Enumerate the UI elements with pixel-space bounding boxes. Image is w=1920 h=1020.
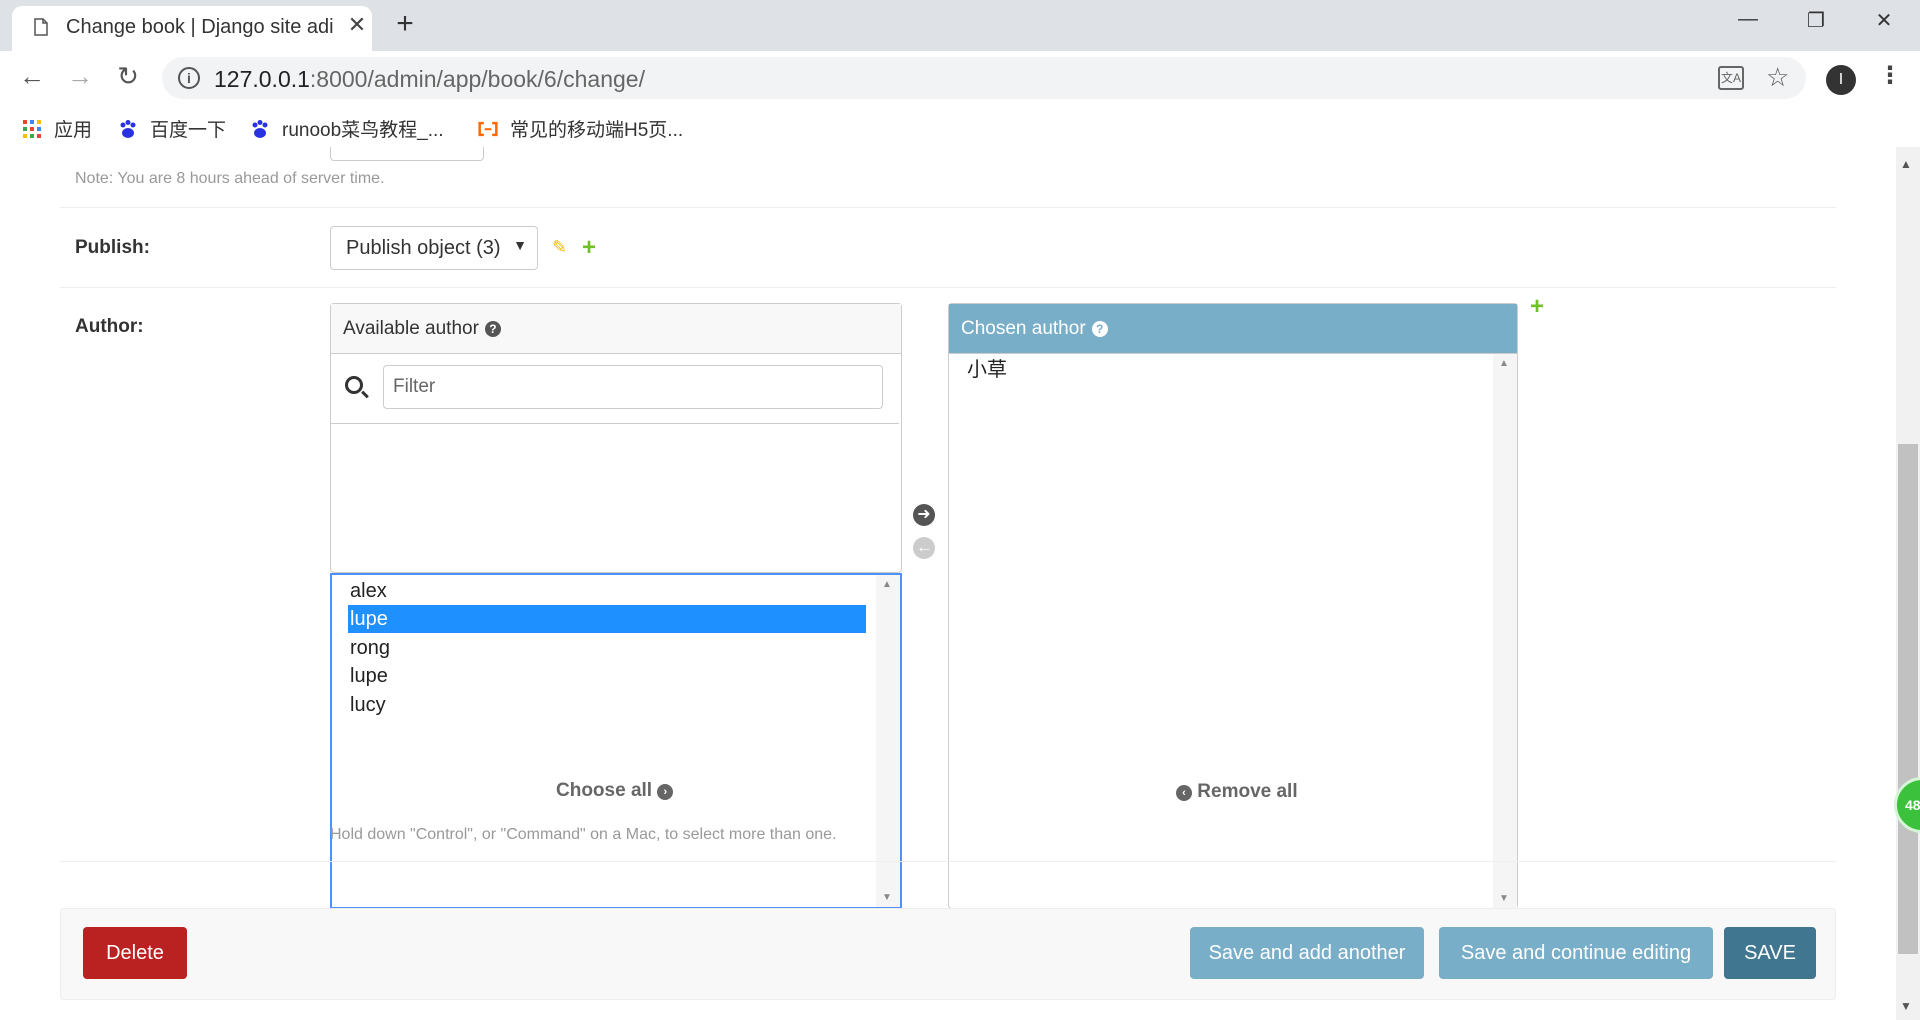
forward-icon[interactable]: → <box>62 61 98 92</box>
scroll-down-icon[interactable]: ▼ <box>882 892 892 903</box>
list-item[interactable]: lucy <box>348 691 866 719</box>
bookmark-baidu[interactable]: 百度一下 <box>118 115 226 142</box>
list-item[interactable]: alex <box>348 577 866 605</box>
choose-all-label: Choose all <box>556 780 653 801</box>
help-icon[interactable]: ? <box>1091 321 1108 337</box>
profile-avatar[interactable]: I <box>1826 65 1856 95</box>
apps-grid-icon <box>23 120 41 138</box>
list-scrollbar[interactable]: ▲ ▼ <box>1493 354 1517 908</box>
bookmark-label: runoob菜鸟教程_... <box>282 120 444 141</box>
available-author-header: Available author? <box>331 304 901 354</box>
bookmark-label: 应用 <box>54 120 93 141</box>
minimize-icon[interactable]: — <box>1728 8 1768 31</box>
list-item-selected[interactable]: lupe <box>348 605 866 633</box>
scroll-up-icon[interactable]: ▲ <box>882 579 892 590</box>
tab-title: Change book | Django site adi <box>66 16 334 38</box>
chosen-author-title: Chosen author <box>961 318 1086 339</box>
tab-strip: Change book | Django site adi ✕ + — ❐ ✕ <box>0 0 1920 51</box>
chosen-author-header: Chosen author? <box>949 304 1517 354</box>
baidu-paw-icon <box>120 120 136 138</box>
url-text[interactable]: 127.0.0.1:8000/admin/app/book/6/change/ <box>214 66 645 93</box>
window-close-icon[interactable]: ✕ <box>1864 8 1904 33</box>
site-info-icon[interactable]: i <box>178 67 200 89</box>
divider <box>60 861 1836 862</box>
browser-tab[interactable]: Change book | Django site adi ✕ <box>12 6 372 51</box>
browser-toolbar: ← → ↻ i 127.0.0.1:8000/admin/app/book/6/… <box>0 51 1920 107</box>
cut-off-input[interactable] <box>330 147 484 161</box>
bookmark-label: 百度一下 <box>150 120 227 141</box>
list-item[interactable]: 小草 <box>965 356 1465 384</box>
list-item[interactable]: rong <box>348 634 866 662</box>
available-author-title: Available author <box>343 318 479 339</box>
menu-icon[interactable]: ⋮ <box>1878 61 1902 90</box>
divider <box>60 207 1836 208</box>
close-tab-icon[interactable]: ✕ <box>342 12 372 38</box>
submit-row: Delete Save and add another Save and con… <box>60 908 1836 1000</box>
bookmarks-bar: 应用 百度一下 runoob菜鸟教程_... 常见的移动端H5页... <box>0 107 1920 147</box>
publish-selected-value: Publish object (3) <box>346 237 501 259</box>
scroll-up-icon[interactable]: ▲ <box>1900 157 1912 171</box>
choose-all-link[interactable]: Choose all › <box>556 780 674 802</box>
arrow-left-circle-icon: ‹ <box>1176 785 1192 801</box>
back-icon[interactable]: ← <box>14 61 50 92</box>
available-author-box: Available author? <box>330 303 902 573</box>
scroll-down-icon[interactable]: ▼ <box>1900 999 1912 1013</box>
author-help-text: Hold down "Control", or "Command" on a M… <box>330 826 837 843</box>
filter-input[interactable] <box>383 365 883 409</box>
chosen-author-box: Chosen author? 小草 ▲ ▼ <box>948 303 1518 909</box>
edit-pencil-icon[interactable]: ✎ <box>552 237 567 258</box>
available-author-list[interactable]: alex lupe rong lupe lucy ▲ ▼ <box>330 573 902 909</box>
list-scrollbar[interactable]: ▲ ▼ <box>876 575 900 907</box>
baidu-paw-icon <box>252 120 268 138</box>
new-tab-icon[interactable]: + <box>390 8 420 40</box>
save-button[interactable]: SAVE <box>1724 927 1816 979</box>
filter-row <box>331 354 899 424</box>
save-add-another-button[interactable]: Save and add another <box>1190 927 1424 979</box>
add-selected-arrow-icon[interactable]: ➜ <box>913 504 935 526</box>
list-item[interactable]: lupe <box>348 662 866 690</box>
chosen-author-list[interactable]: 小草 ▲ ▼ <box>949 354 1517 908</box>
publish-label: Publish: <box>75 237 150 258</box>
reload-icon[interactable]: ↻ <box>110 61 146 92</box>
bookmark-h5[interactable]: 常见的移动端H5页... <box>478 115 683 142</box>
bookmark-runoob[interactable]: runoob菜鸟教程_... <box>250 115 444 142</box>
timezone-note: Note: You are 8 hours ahead of server ti… <box>75 170 385 187</box>
search-icon <box>345 376 363 394</box>
remove-all-link[interactable]: ‹ Remove all <box>1176 781 1298 803</box>
bookmark-apps[interactable]: 应用 <box>22 115 92 142</box>
arrow-right-circle-icon: › <box>657 784 674 800</box>
restore-icon[interactable]: ❐ <box>1796 8 1836 33</box>
admin-change-form: Note: You are 8 hours ahead of server ti… <box>0 147 1920 1020</box>
add-publish-icon[interactable]: + <box>582 236 596 260</box>
aliyun-icon <box>478 121 498 137</box>
divider <box>60 287 1836 288</box>
add-author-icon[interactable]: + <box>1530 295 1544 319</box>
bookmark-star-icon[interactable]: ☆ <box>1766 62 1789 93</box>
scroll-up-icon[interactable]: ▲ <box>1499 358 1509 369</box>
remove-all-label: Remove all <box>1197 781 1298 802</box>
help-icon[interactable]: ? <box>484 321 501 337</box>
page-icon <box>34 18 48 36</box>
scroll-down-icon[interactable]: ▼ <box>1499 893 1509 904</box>
author-label: Author: <box>75 316 144 337</box>
page-scrollbar-thumb[interactable] <box>1898 444 1918 954</box>
delete-button[interactable]: Delete <box>83 927 187 979</box>
translate-icon[interactable]: 文A <box>1718 66 1744 90</box>
bookmark-label: 常见的移动端H5页... <box>510 120 684 141</box>
remove-selected-arrow-icon[interactable]: ← <box>913 537 935 559</box>
publish-select[interactable]: Publish object (3) ▼ <box>330 226 538 270</box>
address-bar[interactable]: i 127.0.0.1:8000/admin/app/book/6/change… <box>162 57 1806 99</box>
save-continue-button[interactable]: Save and continue editing <box>1439 927 1713 979</box>
dropdown-caret-icon: ▼ <box>513 237 527 253</box>
